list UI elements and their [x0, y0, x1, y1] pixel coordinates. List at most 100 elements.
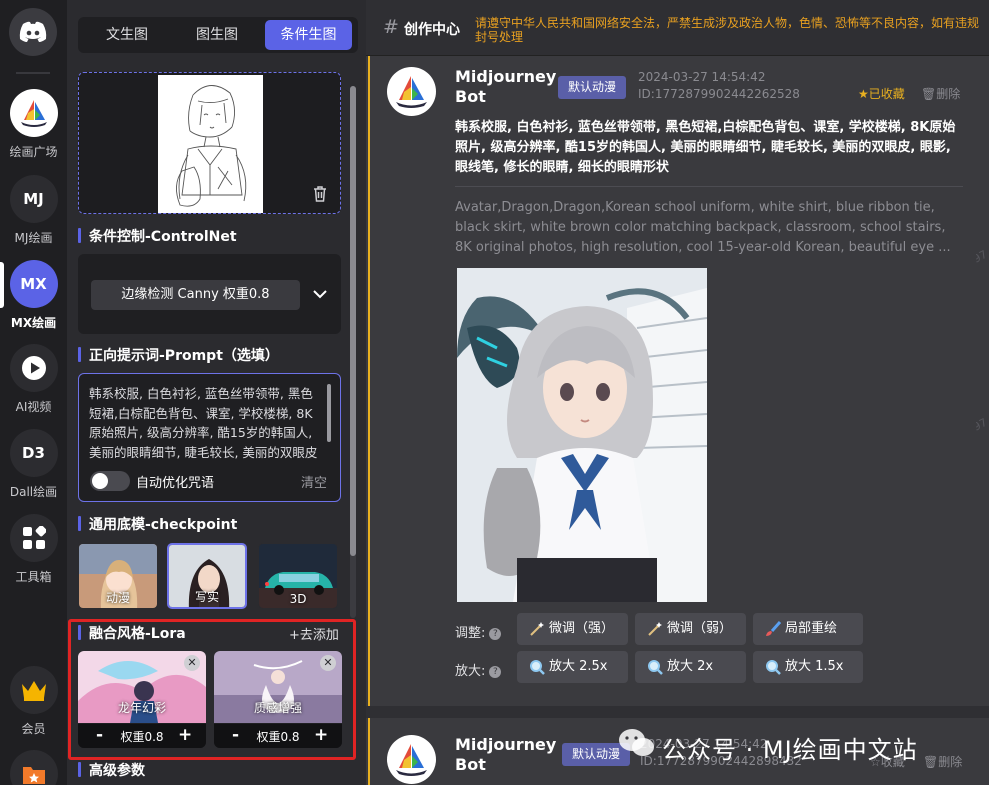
add-lora-button[interactable]: +去添加 — [289, 624, 339, 643]
rail-item-toolbox[interactable]: 工具箱 — [0, 514, 67, 585]
generated-image[interactable] — [457, 268, 707, 602]
rail-item-vip[interactable]: 会员 — [0, 666, 67, 737]
prompt-textarea[interactable]: 韩系校服, 白色衬衫, 蓝色丝带领带, 黑色短裙,白棕配色背包、课室, 学校楼梯… — [78, 373, 341, 502]
lora-card[interactable]: 龙年幻彩 ✕ - 权重0.8 + — [78, 651, 206, 748]
rail-label: MJ绘画 — [14, 231, 53, 245]
remove-lora-button[interactable]: ✕ — [320, 655, 336, 671]
play-icon — [9, 344, 58, 392]
crown-icon — [9, 666, 58, 714]
clear-button[interactable]: 清空 — [301, 472, 327, 491]
wechat-account-watermark: 公众号 · MJ绘画中文站 — [662, 736, 918, 764]
bot-avatar[interactable] — [387, 735, 436, 784]
inpaint-button[interactable]: 局部重绘 — [753, 613, 863, 645]
tab-text-to-image[interactable]: 文生图 — [82, 20, 172, 50]
prompt-text[interactable]: 韩系校服, 白色衬衫, 蓝色丝带领带, 黑色短裙,白棕配色背包、课室, 学校楼梯… — [89, 384, 323, 461]
rail-item-mx[interactable]: MX MX绘画 — [0, 260, 67, 331]
upscale-1-5x-button[interactable]: 放大 1.5x — [753, 651, 863, 683]
panel-scrollbar-thumb[interactable] — [350, 86, 356, 556]
favorite-button[interactable]: ★已收藏 — [858, 85, 905, 102]
post-separator — [366, 706, 989, 718]
wechat-icon — [619, 729, 654, 756]
folder-star-icon — [9, 750, 58, 785]
vary-strong-button[interactable]: 微调（强） — [517, 613, 628, 645]
rail-divider — [16, 72, 50, 74]
left-rail: 绘画广场 MJ MJ绘画 MX MX绘画 AI视频 D3 Dall绘画 工具箱 — [0, 0, 67, 785]
policy-warning: 请遵守中华人民共和国网络安全法，严禁生成涉及政治人物，色情、恐怖等不良内容，如有… — [475, 16, 980, 44]
checkpoint-anime[interactable]: 动漫 — [78, 543, 158, 609]
trash-icon: 🗑 — [921, 87, 937, 101]
auto-optimize-toggle[interactable] — [90, 471, 130, 491]
prompt-section-title: 正向提示词-Prompt（选填） — [78, 345, 279, 365]
channel-hash-icon: # — [383, 16, 399, 38]
bot-name[interactable]: Midjourney Bot — [455, 735, 560, 775]
checkpoint-label: 动漫 — [105, 591, 130, 605]
advanced-section-title[interactable]: 高级参数 — [78, 760, 145, 780]
checkpoint-3d[interactable]: 3D — [258, 543, 338, 609]
rail-item-dall[interactable]: D3 Dall绘画 — [0, 429, 67, 500]
d3-bubble: D3 — [9, 429, 58, 477]
tab-image-to-image[interactable]: 图生图 — [172, 20, 262, 50]
bot-name[interactable]: Midjourney Bot — [455, 67, 560, 107]
rail-item-mj[interactable]: MJ MJ绘画 — [0, 175, 67, 246]
lora-name: 质感增强 — [253, 701, 302, 715]
lora-section-title: 融合风格-Lora — [78, 623, 186, 643]
remove-lora-button[interactable]: ✕ — [184, 655, 200, 671]
rail-item-extra[interactable] — [0, 750, 67, 785]
main-feed: # 创作中心 请遵守中华人民共和国网络安全法，严禁生成涉及政治人物，色情、恐怖等… — [366, 0, 989, 785]
rail-item-video[interactable]: AI视频 — [0, 344, 67, 415]
style-badge: 默认动漫 — [558, 76, 627, 99]
lora-card[interactable]: 质感增强 ✕ - 权重0.8 + — [214, 651, 342, 748]
prompt-cn: 韩系校服, 白色衬衫, 蓝色丝带领带, 黑色短裙,白棕配色背包、课室, 学校楼梯… — [455, 120, 956, 175]
discord-logo-button[interactable] — [9, 8, 57, 56]
grid-icon — [9, 514, 58, 562]
paintbrush-icon — [766, 621, 781, 636]
generation-post: Midjourney Bot 默认动漫 2024-03-27 14:54:42 … — [368, 56, 976, 706]
magic-wand-icon — [648, 622, 662, 636]
increase-weight-button[interactable]: + — [314, 725, 328, 745]
rail-item-gallery[interactable]: 绘画广场 — [0, 89, 67, 160]
trash-icon: 🗑 — [923, 755, 939, 769]
controlnet-select[interactable]: 边缘检测 Canny 权重0.8 — [91, 280, 300, 310]
lora-weight-stepper: - 权重0.8 + — [214, 724, 342, 748]
reference-image-upload[interactable] — [78, 72, 341, 214]
top-bar: # 创作中心 请遵守中华人民共和国网络安全法，严禁生成涉及政治人物，色情、恐怖等… — [366, 0, 989, 56]
prompt-scrollbar[interactable] — [327, 384, 331, 442]
help-icon[interactable]: ? — [489, 666, 502, 678]
controlnet-box: 边缘检测 Canny 权重0.8 — [78, 254, 341, 334]
rail-label: Dall绘画 — [9, 485, 58, 499]
help-icon[interactable]: ? — [489, 628, 502, 640]
magnifier-icon — [648, 660, 663, 675]
discord-icon — [19, 21, 47, 42]
page-title: 创作中心 — [404, 22, 460, 38]
increase-weight-button[interactable]: + — [178, 725, 192, 745]
post-divider — [455, 186, 963, 187]
bot-avatar[interactable] — [387, 67, 436, 116]
prompt-en: Avatar,Dragon,Dragon,Korean school unifo… — [455, 200, 951, 255]
post-meta: 2024-03-27 14:54:42 ID:17728799024422625… — [638, 70, 800, 101]
upscale-2-5x-button[interactable]: 放大 2.5x — [517, 651, 628, 683]
lineart-preview — [158, 75, 263, 213]
auto-optimize-label: 自动优化咒语 — [136, 476, 215, 491]
controlnet-section-title: 条件控制-ControlNet — [78, 226, 237, 246]
tab-conditional[interactable]: 条件生图 — [265, 20, 352, 50]
upscale-2x-button[interactable]: 放大 2x — [635, 651, 746, 683]
rail-label: MX绘画 — [10, 316, 57, 330]
trash-icon[interactable] — [311, 185, 329, 203]
delete-button[interactable]: 🗑删除 — [923, 753, 962, 770]
vary-subtle-button[interactable]: 微调（弱） — [635, 613, 746, 645]
magnifier-icon — [766, 660, 781, 675]
delete-button[interactable]: 🗑删除 — [921, 85, 960, 102]
rail-label: 工具箱 — [15, 570, 52, 584]
chevron-down-icon[interactable] — [311, 285, 329, 303]
magnifier-icon — [530, 660, 545, 675]
rail-label: AI视频 — [15, 400, 52, 414]
rail-label: 会员 — [21, 722, 46, 736]
mode-tabs: 文生图 图生图 条件生图 — [78, 17, 358, 53]
mj-bubble: MJ — [9, 175, 58, 223]
rail-label: 绘画广场 — [9, 145, 58, 159]
lora-weight-stepper: - 权重0.8 + — [78, 724, 206, 748]
mx-bubble: MX — [9, 260, 58, 308]
checkpoint-realistic[interactable]: 写实 — [167, 543, 247, 609]
app-window: 绘画广场 MJ MJ绘画 MX MX绘画 AI视频 D3 Dall绘画 工具箱 — [0, 0, 989, 785]
upscale-label: 放大:? — [455, 660, 502, 679]
